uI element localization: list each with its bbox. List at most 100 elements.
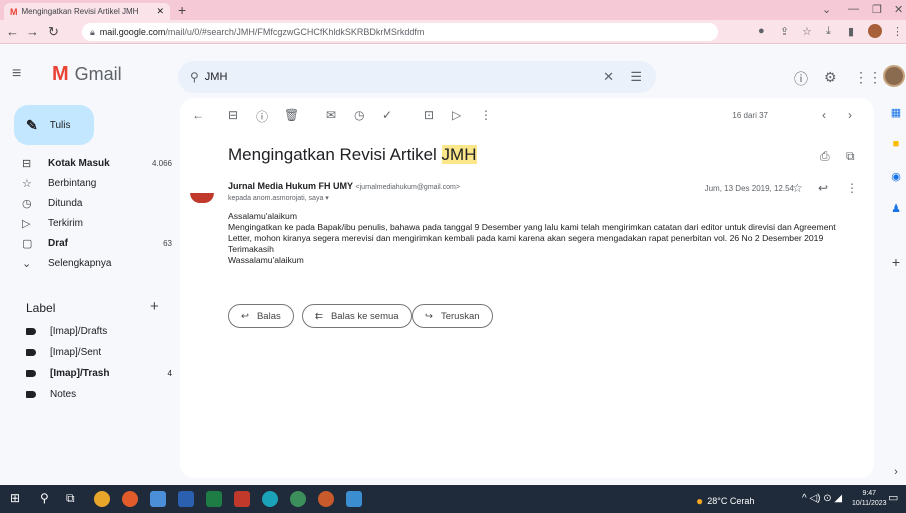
more-options-icon[interactable]: ⋮: [480, 108, 492, 122]
sidebar-item[interactable]: ◷ Ditunda: [22, 193, 172, 213]
sender-name[interactable]: Jurnal Media Hukum FH UMY: [228, 181, 353, 191]
browser-menu-icon[interactable]: ⋮: [892, 25, 903, 38]
close-tab-icon[interactable]: ✕: [156, 6, 164, 17]
new-tab-button[interactable]: +: [178, 2, 186, 18]
label-item[interactable]: [Imap]/Trash 4: [26, 363, 172, 383]
show-side-panel-icon[interactable]: ›: [886, 463, 906, 481]
taskbar-search-icon[interactable]: ⚲: [40, 491, 56, 507]
mark-unread-icon[interactable]: ✉: [326, 108, 336, 122]
sidebar-item[interactable]: ☆ Berbintang: [22, 173, 172, 193]
browser-tab[interactable]: M Mengingatkan Revisi Artikel JMH ✕: [4, 3, 170, 20]
settings-gear-icon[interactable]: ⚙: [824, 69, 837, 86]
mendeley-icon[interactable]: [234, 491, 250, 507]
search-bar[interactable]: ⚲ JMH ✕ ☰: [178, 61, 656, 93]
location-icon[interactable]: ●: [758, 25, 765, 37]
notifications-icon[interactable]: ▭: [888, 491, 904, 507]
firefox-icon[interactable]: [122, 491, 138, 507]
system-tray-icons[interactable]: ^ ◁) ⊙ ◢: [802, 493, 842, 504]
share-icon[interactable]: ⇪: [780, 25, 789, 38]
tasks-icon[interactable]: ◉: [886, 167, 906, 185]
help-icon[interactable]: ⓘ: [794, 69, 808, 89]
clear-search-icon[interactable]: ✕: [603, 69, 614, 85]
gmail-logo[interactable]: M Gmail: [52, 63, 122, 86]
add-task-icon[interactable]: ✓: [382, 108, 392, 122]
sidebar-item-label: Berbintang: [48, 177, 97, 189]
forward-icon[interactable]: →: [26, 24, 39, 39]
reply-all-button[interactable]: ⇇ Balas ke semua: [302, 304, 412, 328]
pencil-icon: ✎: [26, 116, 38, 133]
apps-grid-icon[interactable]: ⋮⋮: [854, 69, 882, 86]
snooze-icon[interactable]: ◷: [354, 108, 364, 122]
compose-button[interactable]: ✎ Tulis: [14, 105, 94, 145]
task-view-icon[interactable]: ⧉: [66, 491, 82, 507]
back-icon[interactable]: ←: [6, 24, 19, 39]
older-icon[interactable]: ›: [848, 108, 852, 122]
contacts-icon[interactable]: ♟: [886, 199, 906, 217]
forward-arrow-icon: ↪: [425, 310, 433, 322]
taskbar-clock[interactable]: 9:47 10/11/2023: [852, 489, 887, 509]
search-icon[interactable]: ⚲: [190, 70, 199, 84]
edge-icon[interactable]: [262, 491, 278, 507]
message-more-icon[interactable]: ⋮: [846, 181, 858, 195]
get-addons-icon[interactable]: +: [886, 253, 906, 271]
archive-icon[interactable]: ⊟: [228, 108, 238, 122]
recipients-dropdown-icon[interactable]: ▾: [325, 195, 329, 202]
clock-icon: ◷: [22, 197, 32, 210]
sidebar-item[interactable]: ⊟ Kotak Masuk 4.066: [22, 153, 172, 173]
sender-email: <jurnalmediahukum@gmail.com>: [355, 184, 460, 191]
weather-widget[interactable]: ● 28°C Cerah: [696, 494, 754, 508]
label-item[interactable]: Notes: [26, 384, 172, 404]
excel-icon[interactable]: [206, 491, 222, 507]
search-input[interactable]: JMH: [205, 71, 228, 83]
search-options-icon[interactable]: ☰: [630, 69, 642, 85]
label-item-text: [Imap]/Trash: [50, 367, 110, 379]
reply-icon[interactable]: ↩: [818, 181, 828, 195]
word-icon[interactable]: [178, 491, 194, 507]
label-tag-icon: [26, 369, 36, 377]
calendar-icon[interactable]: ▦: [886, 103, 906, 121]
move-to-icon[interactable]: ⊡: [424, 108, 434, 122]
sidepanel-icon[interactable]: ▮: [848, 25, 854, 38]
tab-search-icon[interactable]: ⌄: [822, 3, 831, 16]
url-field[interactable]: 🔒︎ mail.google.com/mail/u/0/#search/JMH/…: [82, 23, 718, 41]
sidebar-item-label: Ditunda: [48, 197, 83, 209]
main-menu-icon[interactable]: ≡: [12, 65, 21, 83]
profile-icon[interactable]: [868, 24, 882, 38]
label-item[interactable]: [Imap]/Drafts: [26, 321, 172, 341]
windows-start-icon[interactable]: ⊞: [10, 491, 26, 507]
label-item[interactable]: [Imap]/Sent: [26, 342, 172, 362]
minimize-button[interactable]: —: [848, 3, 859, 15]
sidebar-item[interactable]: ▢ Draf 63: [22, 233, 172, 253]
close-window-button[interactable]: ✕: [894, 3, 903, 16]
open-new-window-icon[interactable]: ⧉: [846, 149, 855, 164]
chrome-alt-icon[interactable]: [290, 491, 306, 507]
photos-icon[interactable]: [346, 491, 362, 507]
compose-label: Tulis: [49, 119, 71, 131]
chrome-icon[interactable]: [94, 491, 110, 507]
maximize-button[interactable]: ❐: [872, 3, 882, 16]
label-item-text: Notes: [50, 388, 77, 400]
reply-all-icon: ⇇: [315, 310, 323, 322]
sidebar-item[interactable]: ▷ Terkirim: [22, 213, 172, 233]
report-spam-icon[interactable]: ⓘ: [256, 108, 268, 125]
star-message-icon[interactable]: ☆: [792, 181, 803, 195]
bookmark-star-icon[interactable]: ☆: [802, 25, 812, 38]
chrome-profile-icon[interactable]: [318, 491, 334, 507]
add-label-button[interactable]: +: [150, 298, 159, 315]
sender-avatar[interactable]: [190, 181, 214, 205]
keep-icon[interactable]: ■: [886, 135, 906, 153]
print-icon[interactable]: ⎙: [820, 149, 830, 164]
delete-icon[interactable]: 🗑︎: [284, 108, 299, 122]
account-avatar[interactable]: [883, 65, 905, 87]
sidebar-item[interactable]: ⌄ Selengkapnya: [22, 253, 172, 273]
forward-button[interactable]: ↪ Teruskan: [412, 304, 493, 328]
file-explorer-icon[interactable]: [150, 491, 166, 507]
reply-label: Balas: [256, 310, 281, 322]
recipients[interactable]: kepada anom.asmorojati, saya ▾: [228, 194, 329, 202]
label-icon[interactable]: ▷: [452, 108, 461, 122]
reload-icon[interactable]: ↻: [48, 24, 59, 40]
back-to-list-icon[interactable]: ←: [192, 108, 204, 122]
newer-icon[interactable]: ‹: [822, 108, 826, 122]
download-icon[interactable]: ⤓: [826, 25, 831, 38]
reply-button[interactable]: ↩ Balas: [228, 304, 294, 328]
